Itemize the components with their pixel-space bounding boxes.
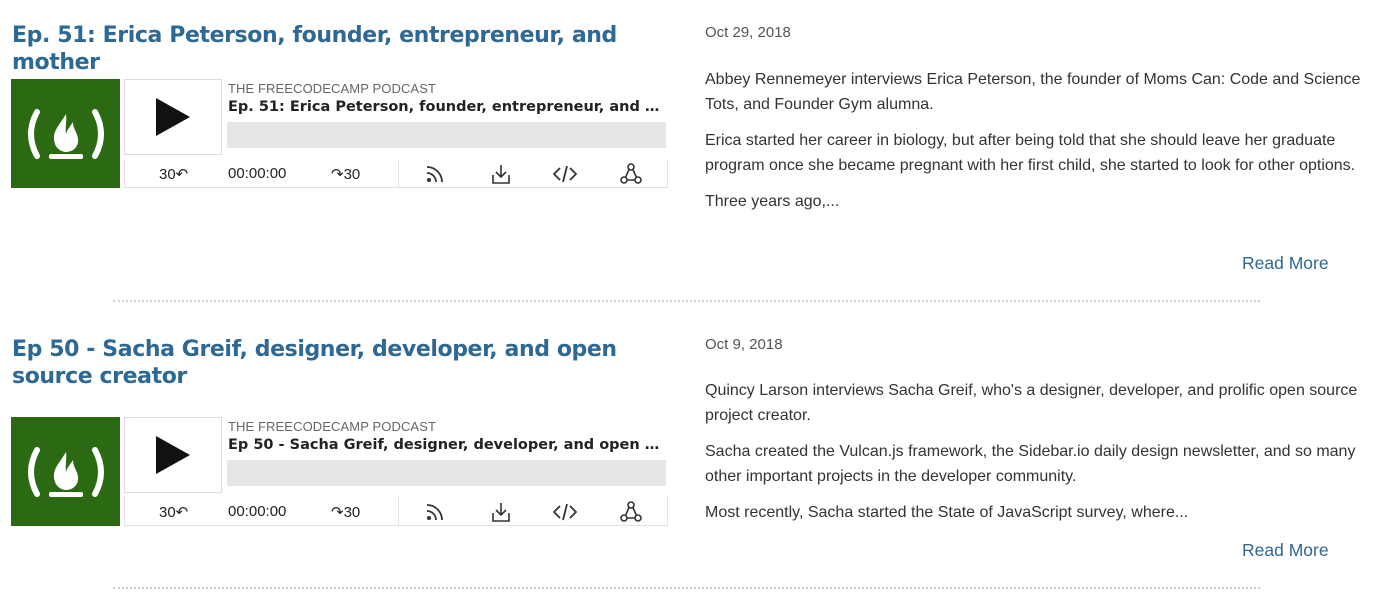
episode-date: Oct 29, 2018 bbox=[705, 24, 791, 41]
share-icon bbox=[620, 163, 642, 184]
share-button[interactable] bbox=[619, 162, 643, 186]
player-episode-title: Ep. 51: Erica Peterson, founder, entrepr… bbox=[228, 99, 666, 115]
progress-bar[interactable] bbox=[227, 460, 666, 486]
podcast-cover-art bbox=[11, 417, 120, 526]
controls-divider bbox=[398, 497, 399, 525]
download-button[interactable] bbox=[489, 162, 513, 186]
play-icon bbox=[156, 98, 190, 136]
rss-icon bbox=[426, 504, 443, 521]
subscribe-button[interactable] bbox=[423, 162, 447, 186]
description-paragraph: Sacha created the Vulcan.js framework, t… bbox=[705, 443, 1356, 485]
embed-button[interactable] bbox=[552, 500, 578, 524]
episode-separator bbox=[113, 300, 1260, 302]
episode-description: Quincy Larson interviews Sacha Greif, wh… bbox=[705, 379, 1370, 538]
rss-icon bbox=[426, 166, 443, 183]
episode-title-link[interactable]: Ep 50 - Sacha Greif, designer, developer… bbox=[12, 336, 652, 390]
read-more-link[interactable]: Read More bbox=[1242, 540, 1329, 561]
download-icon bbox=[492, 165, 510, 184]
description-paragraph: Erica started her career in biology, but… bbox=[705, 132, 1356, 174]
podcast-name: THE FREECODECAMP PODCAST bbox=[228, 81, 437, 96]
description-paragraph: Three years ago,... bbox=[705, 193, 840, 210]
time-display: 00:00:00 bbox=[228, 165, 287, 182]
episode-date: Oct 9, 2018 bbox=[705, 336, 783, 353]
episode-description: Abbey Rennemeyer interviews Erica Peters… bbox=[705, 68, 1370, 227]
download-icon bbox=[492, 503, 510, 522]
skip-forward-button[interactable]: ↷30 bbox=[331, 503, 360, 521]
play-icon bbox=[156, 436, 190, 474]
play-button[interactable] bbox=[124, 79, 222, 155]
controls-divider bbox=[398, 159, 399, 187]
skip-back-button[interactable]: 30↶ bbox=[159, 165, 188, 183]
description-paragraph: Abbey Rennemeyer interviews Erica Peters… bbox=[705, 71, 1361, 113]
freecodecamp-logo-icon bbox=[27, 446, 104, 497]
download-button[interactable] bbox=[489, 500, 513, 524]
play-button[interactable] bbox=[124, 417, 222, 493]
embed-code-icon bbox=[552, 503, 578, 521]
share-button[interactable] bbox=[619, 500, 643, 524]
description-paragraph: Most recently, Sacha started the State o… bbox=[705, 504, 1189, 521]
share-icon bbox=[620, 501, 642, 522]
skip-forward-button[interactable]: ↷30 bbox=[331, 165, 360, 183]
episode-separator bbox=[113, 587, 1260, 589]
skip-back-button[interactable]: 30↶ bbox=[159, 503, 188, 521]
episode-title-link[interactable]: Ep. 51: Erica Peterson, founder, entrepr… bbox=[12, 22, 652, 76]
podcast-cover-art bbox=[11, 79, 120, 188]
read-more-link[interactable]: Read More bbox=[1242, 253, 1329, 274]
embed-button[interactable] bbox=[552, 162, 578, 186]
freecodecamp-logo-icon bbox=[27, 108, 104, 159]
player-controls: 30↶ 00:00:00 ↷30 bbox=[124, 497, 668, 526]
podcast-player: THE FREECODECAMP PODCAST Ep. 51: Erica P… bbox=[11, 79, 668, 189]
player-episode-title: Ep 50 - Sacha Greif, designer, developer… bbox=[228, 437, 666, 453]
subscribe-button[interactable] bbox=[423, 500, 447, 524]
progress-bar[interactable] bbox=[227, 122, 666, 148]
player-controls: 30↶ 00:00:00 ↷30 bbox=[124, 159, 668, 188]
description-paragraph: Quincy Larson interviews Sacha Greif, wh… bbox=[705, 382, 1358, 424]
podcast-player: THE FREECODECAMP PODCAST Ep 50 - Sacha G… bbox=[11, 417, 668, 527]
time-display: 00:00:00 bbox=[228, 503, 287, 520]
podcast-name: THE FREECODECAMP PODCAST bbox=[228, 419, 437, 434]
embed-code-icon bbox=[552, 165, 578, 183]
